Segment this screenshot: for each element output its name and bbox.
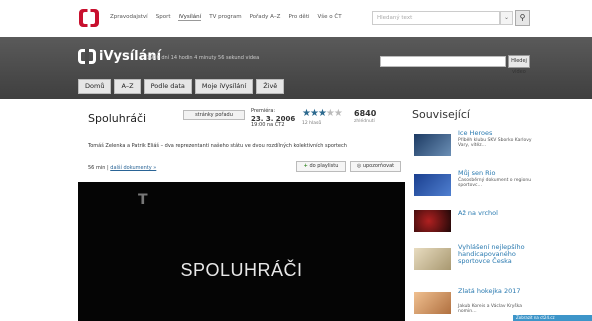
nav-item-kids[interactable]: Pro děti bbox=[288, 14, 309, 21]
tab-my-ivysilani[interactable]: Moje iVysílání bbox=[194, 79, 254, 94]
related-thumbnail[interactable] bbox=[414, 248, 451, 270]
ct-logo[interactable] bbox=[78, 8, 100, 28]
ivysilani-logo-icon bbox=[78, 49, 96, 64]
nav-item-about-ct[interactable]: Vše o ČT bbox=[318, 14, 342, 21]
related-thumbnail[interactable] bbox=[414, 174, 451, 196]
related-item-title[interactable]: Můj sen Rio bbox=[458, 170, 532, 177]
related-item-desc: Časosběrný dokument o regionu sportovc… bbox=[458, 178, 532, 188]
episode-duration: 56 min bbox=[88, 165, 106, 171]
nav-item-shows-a-z[interactable]: Pořady A–Z bbox=[250, 14, 281, 21]
episode-info-card: Spoluhráči stránky pořadu Premiéra: 23. … bbox=[78, 100, 405, 187]
bell-icon: ◎ bbox=[356, 163, 362, 169]
rating-votes: 12 hlasů bbox=[302, 121, 322, 126]
star-icon[interactable]: ★ bbox=[310, 108, 319, 119]
star-icon[interactable]: ★ bbox=[318, 108, 327, 119]
tab-live[interactable]: Živě bbox=[256, 79, 285, 94]
search-icon[interactable]: ⚲ bbox=[515, 10, 530, 26]
related-item-title[interactable]: Vyhlášení nejlepšího handicapovaného spo… bbox=[458, 244, 532, 265]
nav-item-news[interactable]: Zpravodajství bbox=[110, 14, 148, 21]
top-menu: Zpravodajství Sport iVysílání TV program… bbox=[110, 14, 342, 21]
video-title-overlay: SPOLUHRÁČI bbox=[180, 260, 303, 280]
view-count: 6840 bbox=[354, 109, 377, 118]
top-navigation: Zpravodajství Sport iVysílání TV program… bbox=[0, 0, 592, 37]
more-documentaries-link[interactable]: další dokumenty » bbox=[110, 165, 156, 171]
premiere-time: 19:00 na ČT2 bbox=[251, 121, 285, 128]
related-item-title[interactable]: Ice Heroes bbox=[458, 130, 532, 137]
channel-watermark: T bbox=[138, 192, 148, 208]
related-item[interactable]: Ice Heroes Příběh klubu SKV Sborko Karlo… bbox=[412, 130, 532, 170]
episode-meta: 56 min | další dokumenty » bbox=[88, 165, 157, 171]
premiere-info: Premiéra: 23. 3. 2006 19:00 na ČT2 bbox=[251, 108, 295, 128]
related-item-title[interactable]: Zlatá hokejka 2017 bbox=[458, 288, 532, 295]
tab-by-date[interactable]: Podle data bbox=[143, 79, 192, 94]
playlist-button-label: do playlistu bbox=[309, 163, 339, 169]
tab-a-z[interactable]: A–Z bbox=[114, 79, 141, 94]
tab-home[interactable]: Domů bbox=[78, 79, 112, 94]
related-item[interactable]: Můj sen Rio Časosběrný dokument o region… bbox=[412, 170, 532, 210]
related-thumbnail[interactable] bbox=[414, 292, 451, 314]
episode-title: Spoluhráči bbox=[88, 112, 147, 125]
video-search-button[interactable]: Hledej video bbox=[508, 55, 530, 75]
video-archive-count: 3910 dní 14 hodin 4 minuty 56 sekund vid… bbox=[147, 55, 260, 61]
site-search-input[interactable]: Hledaný text bbox=[372, 11, 500, 25]
related-sidebar: Související Ice Heroes Příběh klubu SKV … bbox=[407, 100, 532, 321]
star-icon[interactable]: ★ bbox=[334, 108, 343, 119]
rating-stars[interactable]: ★★★★★ bbox=[302, 108, 343, 119]
episode-description: Tomáš Zelenka a Patrik Eliáš – dva repre… bbox=[88, 143, 347, 149]
notify-button[interactable]: ◎ upozorňovat bbox=[350, 161, 401, 172]
add-to-playlist-button[interactable]: + do playlistu bbox=[296, 161, 346, 172]
section-tabs: Domů A–Z Podle data Moje iVysílání Živě bbox=[78, 79, 285, 94]
video-search-input[interactable] bbox=[380, 56, 506, 67]
show-page-button[interactable]: stránky pořadu bbox=[183, 110, 245, 120]
star-icon[interactable]: ★ bbox=[326, 108, 335, 119]
view-count-label: zhlédnutí bbox=[354, 119, 375, 124]
nav-item-ivysilani[interactable]: iVysílání bbox=[178, 14, 202, 21]
related-item[interactable]: Vyhlášení nejlepšího handicapovaného spo… bbox=[412, 244, 532, 284]
video-player[interactable]: T SPOLUHRÁČI bbox=[78, 182, 405, 321]
bottom-promo-strip[interactable]: Zobrazit na ct24.cz bbox=[513, 315, 592, 321]
related-item-desc: Jakub Koreis a Václav Kryška nomin… bbox=[458, 304, 523, 314]
nav-item-tv-program[interactable]: TV program bbox=[209, 14, 241, 21]
related-item-title[interactable]: Až na vrchol bbox=[458, 210, 532, 217]
related-heading: Související bbox=[412, 108, 470, 121]
related-thumbnail[interactable] bbox=[414, 210, 451, 232]
plus-icon: + bbox=[303, 163, 308, 169]
notify-button-label: upozorňovat bbox=[362, 163, 395, 169]
related-thumbnail[interactable] bbox=[414, 134, 451, 156]
chevron-down-icon[interactable]: ⌄ bbox=[500, 11, 513, 25]
star-icon[interactable]: ★ bbox=[302, 108, 311, 119]
related-item-desc: Příběh klubu SKV Sborko Karlovy Vary, ví… bbox=[458, 138, 532, 148]
related-item[interactable]: Až na vrchol bbox=[412, 206, 532, 246]
nav-item-sport[interactable]: Sport bbox=[156, 14, 171, 21]
